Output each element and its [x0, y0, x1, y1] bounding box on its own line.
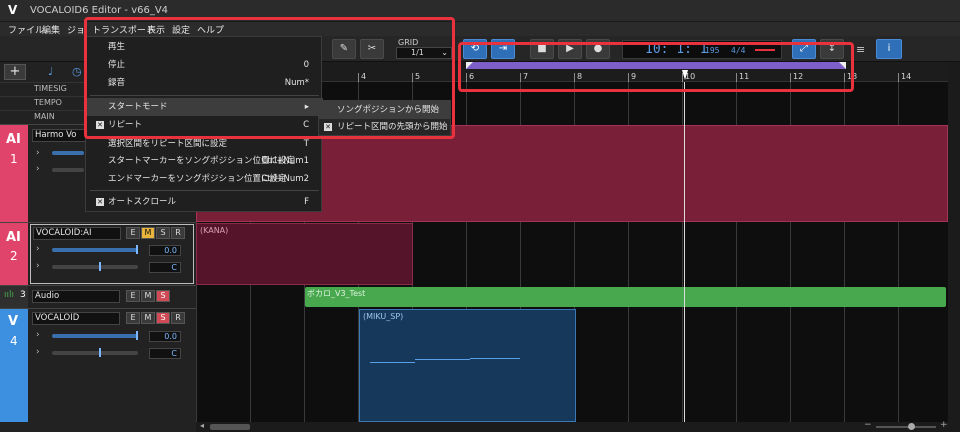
menu-item-autoscroll[interactable]: ✕ オートスクロール F: [86, 193, 323, 211]
tempo-row-label: TEMPO: [34, 98, 62, 107]
track1-volume-slider[interactable]: [52, 151, 84, 155]
info-button[interactable]: i: [876, 39, 902, 59]
track1-number: 1: [10, 152, 18, 166]
audio-part-label: ボカロ_V3_Test: [307, 289, 366, 298]
track4-pan-knob[interactable]: [99, 348, 101, 357]
track1-expand-icon[interactable]: ›: [36, 148, 40, 158]
note-icon[interactable]: ♩: [48, 65, 53, 78]
track2-record-button[interactable]: R: [171, 227, 185, 239]
waveform-icon: ıılı: [4, 290, 15, 300]
track2-name[interactable]: VOCALOID:AI: [33, 227, 121, 240]
track1-name[interactable]: Harmo Vo: [32, 129, 88, 142]
zoom-slider[interactable]: [876, 426, 936, 428]
track4-edit-button[interactable]: E: [126, 312, 140, 324]
menu-item-start-marker[interactable]: スタートマーカーをソングポジション位置に設定 Ctrl+Num1: [86, 152, 323, 170]
add-track-button[interactable]: +: [4, 64, 26, 80]
track4-volume-value[interactable]: 0.0: [149, 331, 181, 342]
track4-badge: V: [8, 314, 19, 329]
horizontal-scrollbar[interactable]: ◂ − +: [196, 420, 960, 432]
timesig-row-label: TIMESIG: [34, 84, 67, 93]
kana-part[interactable]: (KANA): [196, 223, 413, 285]
track4-record-button[interactable]: R: [171, 312, 185, 324]
track2-volume-value[interactable]: 0.0: [149, 245, 181, 256]
track2-pan-value[interactable]: C: [149, 262, 181, 273]
menu-item-end-marker[interactable]: エンドマーカーをソングポジション位置に設定 Ctrl+Num2: [86, 170, 323, 188]
zoom-out-icon[interactable]: −: [864, 420, 872, 430]
track3-number: 3: [20, 290, 26, 300]
menu-divider: [90, 190, 319, 191]
kana-part-label: (KANA): [200, 226, 229, 235]
track4-pan-value[interactable]: C: [149, 348, 181, 359]
track2-number: 2: [10, 249, 18, 263]
track2-volume-slider[interactable]: [52, 248, 138, 252]
main-row-label: MAIN: [34, 112, 55, 121]
track3-edit-button[interactable]: E: [126, 290, 140, 302]
menu-job[interactable]: ジョ: [67, 23, 85, 36]
miku-part[interactable]: (MIKU_SP): [359, 309, 576, 422]
track3-name[interactable]: Audio: [32, 290, 120, 303]
scroll-left-icon[interactable]: ◂: [200, 421, 204, 430]
track2-mute-button[interactable]: M: [141, 227, 155, 239]
info-icon: i: [887, 43, 891, 54]
menu-edit[interactable]: 編集: [42, 23, 60, 36]
scroll-thumb[interactable]: [210, 424, 250, 430]
track4-mute-button[interactable]: M: [141, 312, 155, 324]
track1-expand2-icon[interactable]: ›: [36, 164, 40, 174]
track2-expand2-icon[interactable]: ›: [36, 261, 40, 271]
menu-file[interactable]: ファイル: [8, 23, 44, 36]
highlight-repeat-range-box: [458, 42, 854, 92]
list-icon[interactable]: ≡: [856, 43, 865, 56]
track4-expand-icon[interactable]: ›: [36, 330, 40, 340]
track3-mute-button[interactable]: M: [141, 290, 155, 302]
track1-pan-slider[interactable]: [52, 168, 84, 172]
track3-solo-button[interactable]: S: [156, 290, 170, 302]
track2-volume-knob[interactable]: [136, 245, 138, 254]
track2-edit-button[interactable]: E: [126, 227, 140, 239]
track2-pan-knob[interactable]: [99, 262, 101, 271]
track2-badge: AI: [6, 230, 21, 245]
miku-part-label: (MIKU_SP): [363, 312, 404, 321]
track4-volume-slider[interactable]: [52, 334, 138, 338]
zoom-in-icon[interactable]: +: [940, 420, 948, 430]
vertical-scrollbar[interactable]: [948, 62, 960, 422]
zoom-knob[interactable]: [908, 423, 915, 430]
track4-number: 4: [10, 334, 18, 348]
highlight-menu-box: [84, 17, 455, 139]
track4-name[interactable]: VOCALOID: [32, 312, 120, 325]
track1-badge: AI: [6, 132, 21, 147]
track2-pan-slider[interactable]: [52, 265, 138, 269]
ruler-bar-14: 14: [901, 72, 912, 81]
window-title: VOCALOID6 Editor - v66_V4: [30, 5, 169, 16]
track4-expand2-icon[interactable]: ›: [36, 347, 40, 357]
track4-volume-knob[interactable]: [136, 331, 138, 340]
clock-icon[interactable]: ◷: [72, 65, 82, 78]
track4-pan-slider[interactable]: [52, 351, 138, 355]
track4-solo-button[interactable]: S: [156, 312, 170, 324]
plus-icon: +: [9, 64, 21, 79]
track2-solo-button[interactable]: S: [156, 227, 170, 239]
track2-expand-icon[interactable]: ›: [36, 244, 40, 254]
checkbox-icon: ✕: [96, 198, 104, 206]
app-logo: V: [8, 3, 18, 17]
audio-part[interactable]: ボカロ_V3_Test: [305, 287, 946, 307]
playhead-line: [684, 82, 685, 422]
